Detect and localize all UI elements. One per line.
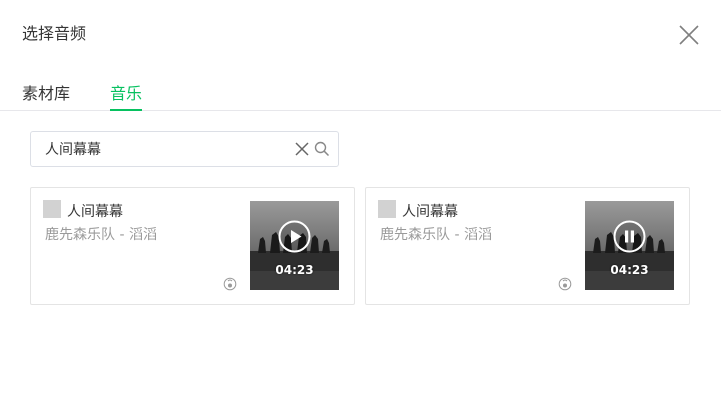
pause-button[interactable]	[613, 220, 646, 253]
music-source-icon	[558, 277, 572, 291]
select-checkbox[interactable]	[43, 200, 61, 218]
play-button[interactable]	[278, 220, 311, 253]
audio-result-card[interactable]: 人间幕幕 鹿先森乐队 - 滔滔 04:23	[365, 187, 690, 305]
search-box	[30, 131, 339, 167]
tab-music[interactable]: 音乐	[110, 83, 143, 111]
pause-icon	[613, 220, 646, 253]
audio-result-card[interactable]: 人间幕幕 鹿先森乐队 - 滔滔 04:23	[30, 187, 355, 305]
duration-label: 04:23	[610, 263, 649, 277]
song-artist: 鹿先森乐队 - 滔滔	[45, 227, 157, 243]
tab-bar: 素材库 音乐	[0, 0, 721, 111]
search-button[interactable]	[314, 141, 330, 157]
duration-label: 04:23	[275, 263, 314, 277]
select-checkbox[interactable]	[378, 200, 396, 218]
clear-icon	[295, 142, 309, 156]
song-title: 人间幕幕	[67, 204, 123, 220]
song-artist: 鹿先森乐队 - 滔滔	[380, 227, 492, 243]
search-icon	[314, 141, 330, 157]
clear-search-button[interactable]	[294, 141, 310, 157]
tab-material-library[interactable]: 素材库	[22, 83, 70, 109]
search-input[interactable]	[45, 132, 275, 166]
play-icon	[278, 220, 311, 253]
album-cover: 04:23	[585, 201, 674, 290]
album-cover: 04:23	[250, 201, 339, 290]
music-source-icon	[223, 277, 237, 291]
song-title: 人间幕幕	[402, 204, 458, 220]
audio-picker-dialog: 选择音频 素材库 音乐 人间幕幕 鹿先森乐队 - 滔滔	[0, 0, 721, 406]
